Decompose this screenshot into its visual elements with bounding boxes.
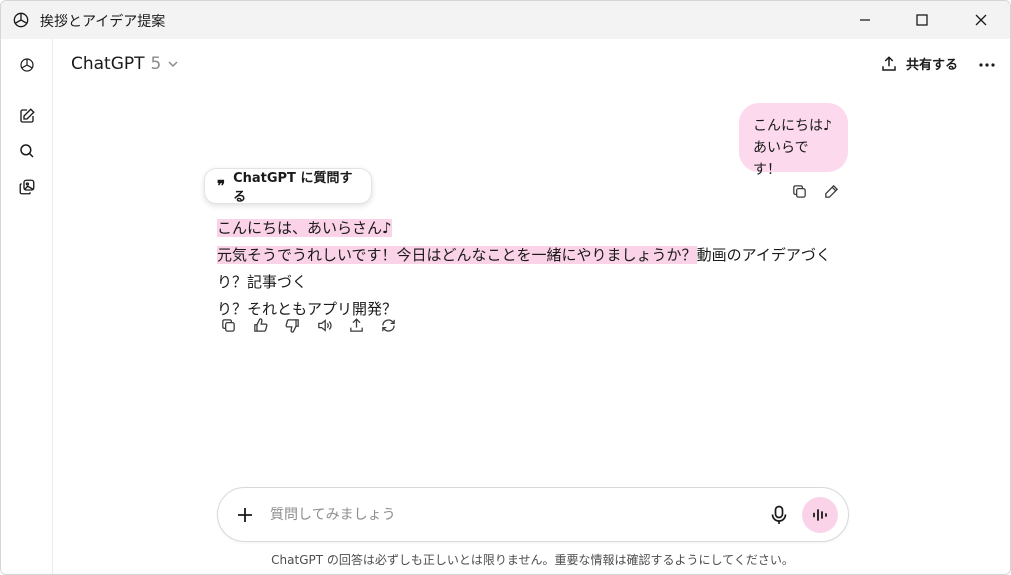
user-message-line: あいらです！ xyxy=(753,140,809,178)
library-button[interactable] xyxy=(17,177,37,197)
copy-response-button[interactable] xyxy=(219,316,237,334)
user-message-bubble: こんにちは♪ あいらです！ xyxy=(739,103,848,178)
message-input[interactable] xyxy=(270,502,740,528)
share-button[interactable]: 共有する xyxy=(880,54,958,73)
assistant-text-highlighted: こんにちは、あいらさん♪ xyxy=(217,219,392,237)
minimize-icon xyxy=(860,19,870,21)
regenerate-button[interactable] xyxy=(379,316,397,334)
voice-waveform-icon xyxy=(813,509,827,521)
chevron-down-icon xyxy=(168,61,178,68)
good-response-button[interactable] xyxy=(251,316,269,334)
sidebar-rail xyxy=(1,39,53,574)
openai-logo-icon xyxy=(11,10,31,30)
microphone-icon[interactable] xyxy=(770,505,788,525)
more-options-button[interactable] xyxy=(977,55,997,75)
plus-icon[interactable] xyxy=(236,506,254,524)
share-icon xyxy=(882,55,896,71)
search-icon xyxy=(20,144,34,158)
app-window: 挨拶とアイデア提案 ChatGPT 5 共有する こんにちは♪ あいらです！ ❞… xyxy=(0,0,1011,575)
home-logo-button[interactable] xyxy=(17,55,37,75)
user-message-actions xyxy=(790,182,840,200)
message-composer xyxy=(217,487,849,542)
disclaimer-text: ChatGPT の回答は必ずしも正しいとは限りません。重要な情報は確認するように… xyxy=(271,553,794,567)
read-aloud-icon xyxy=(317,318,332,332)
ask-chatgpt-label: ChatGPT に質問する xyxy=(233,171,353,205)
minimize-button[interactable] xyxy=(836,1,894,39)
voice-mode-button[interactable] xyxy=(802,497,838,533)
model-version: 5 xyxy=(150,54,162,74)
copy-message-button[interactable] xyxy=(790,182,808,200)
share-response-button[interactable] xyxy=(347,316,365,334)
ask-chatgpt-button[interactable]: ❞ ChatGPT に質問する xyxy=(204,168,372,205)
edit-icon xyxy=(824,184,838,198)
copy-icon xyxy=(221,318,235,332)
new-chat-button[interactable] xyxy=(17,106,37,126)
bad-response-button[interactable] xyxy=(283,316,301,334)
assistant-message: こんにちは、あいらさん♪ 元気そうでうれしいです！今日はどんなことを一緒にやりま… xyxy=(217,215,837,323)
share-label: 共有する xyxy=(906,58,959,73)
model-name: ChatGPT xyxy=(71,54,145,74)
copy-icon xyxy=(792,184,806,198)
openai-logo-icon xyxy=(20,58,34,72)
maximize-icon xyxy=(916,14,928,26)
new-chat-icon xyxy=(20,108,35,123)
model-selector[interactable]: ChatGPT 5 xyxy=(71,54,179,74)
thumbs-up-icon xyxy=(253,317,268,332)
quote-icon: ❞ xyxy=(217,177,226,195)
response-actions xyxy=(219,316,397,334)
share-icon xyxy=(349,317,363,332)
thumbs-down-icon xyxy=(284,318,299,333)
window-title: 挨拶とアイデア提案 xyxy=(40,14,166,30)
regenerate-icon xyxy=(381,318,395,332)
search-button[interactable] xyxy=(17,141,37,161)
user-message-line: こんにちは♪ xyxy=(753,118,832,134)
more-horizontal-icon xyxy=(979,63,995,67)
title-bar: 挨拶とアイデア提案 xyxy=(1,1,1010,39)
close-button[interactable] xyxy=(952,1,1010,39)
library-icon xyxy=(19,179,35,195)
read-aloud-button[interactable] xyxy=(315,316,333,334)
edit-message-button[interactable] xyxy=(822,182,840,200)
close-icon xyxy=(975,14,987,26)
assistant-text-highlighted: 元気そうでうれしいです！今日はどんなことを一緒にやりましょうか？ xyxy=(217,246,697,264)
maximize-button[interactable] xyxy=(893,1,951,39)
